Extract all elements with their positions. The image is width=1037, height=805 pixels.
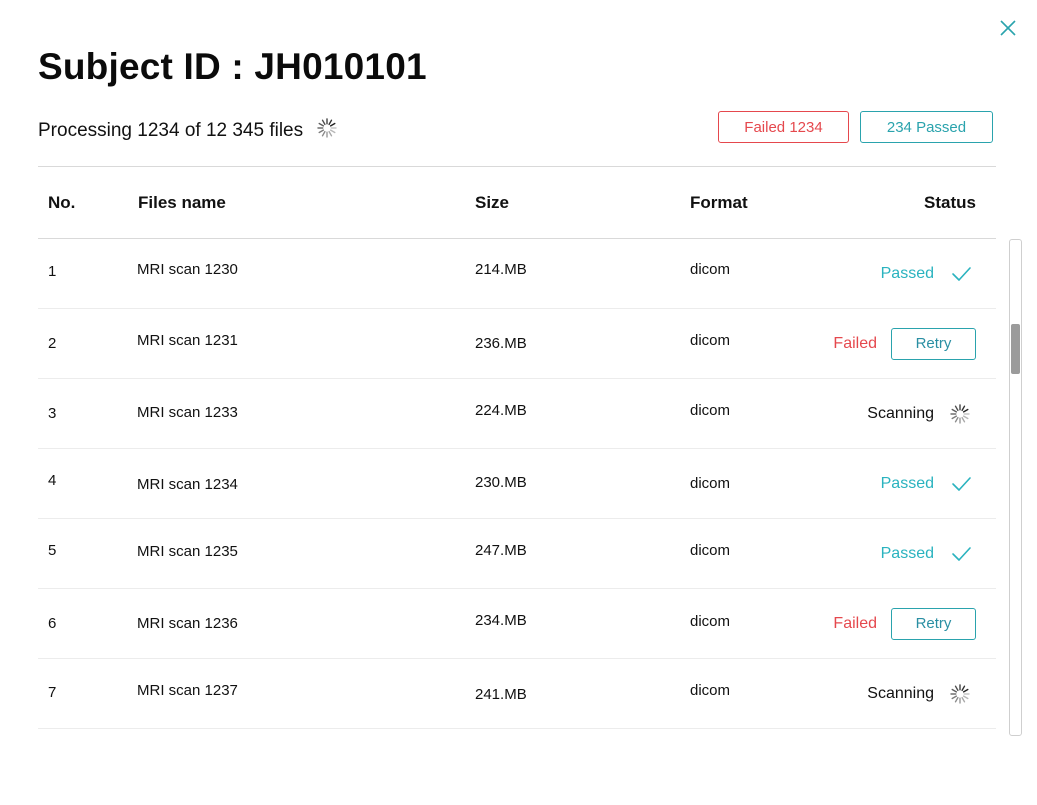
column-header-format: Format <box>690 193 748 212</box>
status-passed: Passed <box>880 264 934 282</box>
file-table-body: 1 MRI scan 1230 214.MB dicom Passed 2 MRI scan… <box>38 239 996 729</box>
status-failed: Failed <box>833 614 877 632</box>
column-header-no: No. <box>48 193 76 212</box>
status-scanning: Scanning <box>867 684 934 702</box>
status-cell: Failed Retry <box>833 309 976 378</box>
status-cell: Passed <box>881 239 976 308</box>
status-scanning: Scanning <box>867 404 934 422</box>
file-size: 241.MB <box>475 686 527 703</box>
row-number: 7 <box>48 684 57 701</box>
check-icon <box>950 475 972 493</box>
file-name: MRI scan 1231 <box>137 332 238 349</box>
file-format: dicom <box>690 682 731 699</box>
table-header: No. Files name Size Format Status <box>38 167 996 239</box>
status-passed: Passed <box>880 474 934 492</box>
status-passed: Passed <box>880 544 934 562</box>
close-button[interactable] <box>996 16 1020 40</box>
spinner-icon <box>317 118 337 144</box>
file-size: 247.MB <box>475 542 527 559</box>
passed-count-badge[interactable]: 234 Passed <box>860 111 993 143</box>
table-row: 2 MRI scan 1231 236.MB dicom Failed Retry <box>38 309 996 379</box>
spinner-icon <box>950 403 970 424</box>
check-icon <box>950 265 972 283</box>
table-row: 6 MRI scan 1236 234.MB dicom Failed Retry <box>38 589 996 659</box>
file-format: dicom <box>690 613 731 630</box>
table-row: 4 MRI scan 1234 230.MB dicom Passed <box>38 449 996 519</box>
scrollbar[interactable] <box>1009 239 1022 736</box>
status-cell: Passed <box>881 519 976 588</box>
failed-count-badge[interactable]: Failed 1234 <box>718 111 849 143</box>
table-row: 5 MRI scan 1235 247.MB dicom Passed <box>38 519 996 589</box>
row-number: 1 <box>48 263 57 280</box>
status-cell: Scanning <box>867 379 976 448</box>
file-name: MRI scan 1237 <box>137 682 238 699</box>
file-format: dicom <box>690 542 731 559</box>
row-number: 6 <box>48 615 57 632</box>
column-header-size: Size <box>475 193 510 212</box>
file-name: MRI scan 1235 <box>137 543 238 560</box>
retry-button[interactable]: Retry <box>891 327 976 360</box>
table-row: 7 MRI scan 1237 241.MB dicom Scanning <box>38 659 996 729</box>
progress-status: Processing 1234 of 12 345 files <box>38 118 337 144</box>
table-row: 3 MRI scan 1233 224.MB dicom Scanning <box>38 379 996 449</box>
page-title: Subject ID : JH010101 <box>38 46 427 87</box>
file-size: 230.MB <box>475 474 527 491</box>
file-size: 214.MB <box>475 261 527 278</box>
file-name: MRI scan 1233 <box>137 404 238 421</box>
retry-button[interactable]: Retry <box>891 607 976 640</box>
file-size: 236.MB <box>475 335 527 352</box>
status-cell: Failed Retry <box>833 589 976 658</box>
processing-dialog: Subject ID : JH010101 Processing 1234 of… <box>0 0 1037 805</box>
row-number: 2 <box>48 335 57 352</box>
file-name: MRI scan 1234 <box>137 476 238 493</box>
status-cell: Scanning <box>867 659 976 728</box>
check-icon <box>950 545 972 563</box>
file-format: dicom <box>690 475 731 492</box>
file-format: dicom <box>690 332 731 349</box>
file-name: MRI scan 1230 <box>137 261 238 278</box>
file-format: dicom <box>690 402 731 419</box>
status-failed: Failed <box>833 334 877 352</box>
row-number: 3 <box>48 405 57 422</box>
status-cell: Passed <box>881 449 976 518</box>
file-size: 234.MB <box>475 612 527 629</box>
column-header-name: Files name <box>138 193 226 212</box>
row-number: 5 <box>48 542 57 559</box>
table-row: 1 MRI scan 1230 214.MB dicom Passed <box>38 239 996 309</box>
file-name: MRI scan 1236 <box>137 615 238 632</box>
progress-text: Processing 1234 of 12 345 files <box>38 120 304 141</box>
column-header-status: Status <box>924 193 976 212</box>
row-number: 4 <box>48 472 57 489</box>
file-format: dicom <box>690 261 731 278</box>
close-icon <box>1000 20 1016 36</box>
file-size: 224.MB <box>475 402 527 419</box>
spinner-icon <box>950 683 970 704</box>
scrollbar-thumb[interactable] <box>1011 324 1020 374</box>
